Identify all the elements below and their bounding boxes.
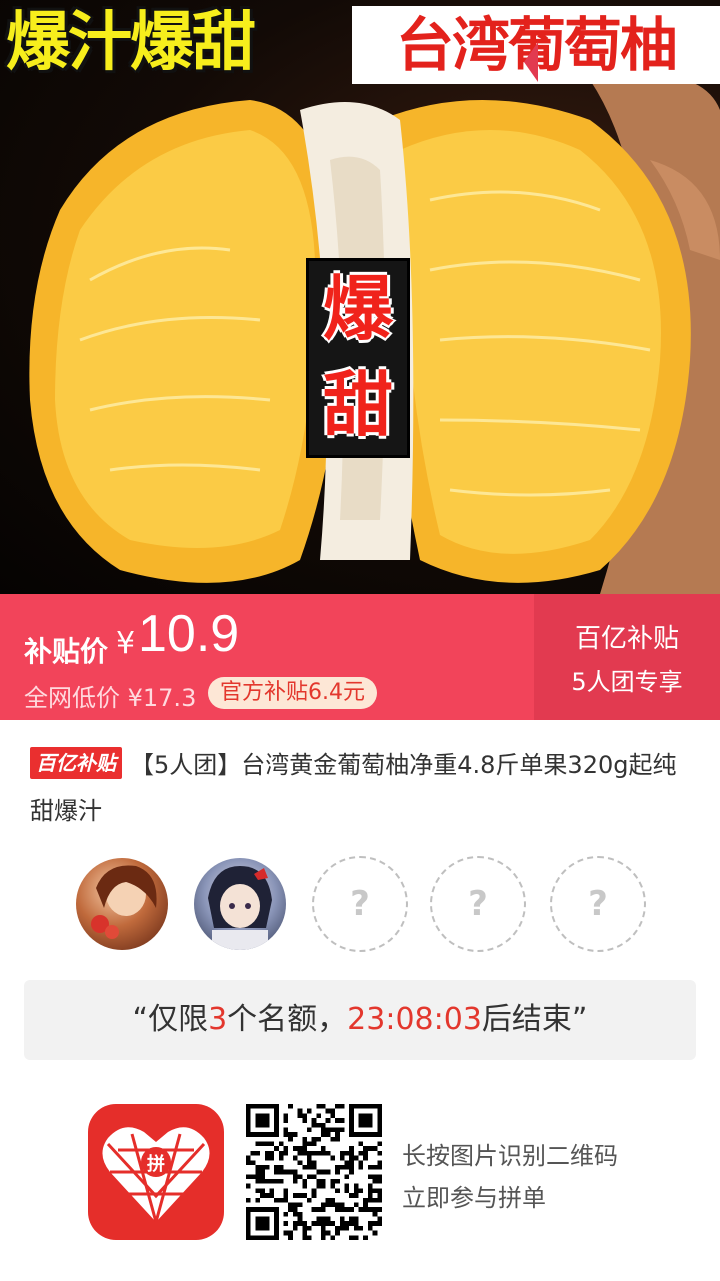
countdown-timer: 23:08:03 xyxy=(347,1002,482,1037)
countdown-banner: “仅限3个名额，23:08:03后结束” xyxy=(24,980,696,1060)
pinduoduo-logo-icon: 拼 xyxy=(88,1104,224,1240)
member-photo-1 xyxy=(91,865,157,939)
countdown-suffix: 后结束 xyxy=(481,1002,572,1037)
empty-member-slot: ? xyxy=(312,856,408,952)
countdown-close-quote: ” xyxy=(571,1002,588,1037)
product-title: 【5人团】台湾黄金葡萄柚净重4.8斤单果320g起纯甜爆汁 xyxy=(30,751,677,825)
empty-member-slot: ? xyxy=(550,856,646,952)
hero-badge-char-2: 甜 xyxy=(323,364,393,446)
price-value: 10.9 xyxy=(138,605,240,663)
countdown-open-quote: “ xyxy=(132,1002,149,1037)
qr-code[interactable] xyxy=(246,1104,382,1240)
svg-text:拼: 拼 xyxy=(147,1153,165,1175)
hero-headline-left: 爆汁爆甜 xyxy=(6,6,256,80)
price-bar-notch xyxy=(524,42,538,82)
countdown-prefix: 仅限 xyxy=(148,1002,209,1037)
heart-logo-icon: 拼 xyxy=(102,1127,210,1223)
scan-instruction: 长按图片识别二维码 xyxy=(402,1142,618,1170)
billion-subsidy-title: 百亿补贴 xyxy=(574,624,679,654)
avatar xyxy=(76,858,168,950)
group-exclusive-label: 5人团专享 xyxy=(571,668,683,696)
hero-badge-char-1: 爆 xyxy=(323,268,393,350)
qr-code-icon xyxy=(246,1104,382,1240)
avatar xyxy=(194,858,286,950)
original-price: 全网低价 ¥17.3 xyxy=(24,684,197,712)
subsidy-price-label: 补贴价 xyxy=(24,635,109,668)
remaining-slots-count: 3 xyxy=(208,1002,228,1037)
member-photo-2 xyxy=(208,866,272,950)
hero-sweet-badge: 爆 甜 xyxy=(306,258,410,458)
billion-subsidy-badge: 百亿补贴 xyxy=(30,747,122,779)
empty-member-slot: ? xyxy=(430,856,526,952)
join-instruction: 立即参与拼单 xyxy=(402,1184,546,1212)
official-subsidy-tag: 官方补贴6.4元 xyxy=(208,677,377,709)
countdown-mid: 个名额， xyxy=(227,1002,348,1037)
product-hero-image: 爆汁爆甜 台湾葡萄柚 爆 甜 xyxy=(0,0,720,594)
billion-subsidy-panel xyxy=(534,594,720,720)
currency-symbol: ¥ xyxy=(116,626,136,661)
